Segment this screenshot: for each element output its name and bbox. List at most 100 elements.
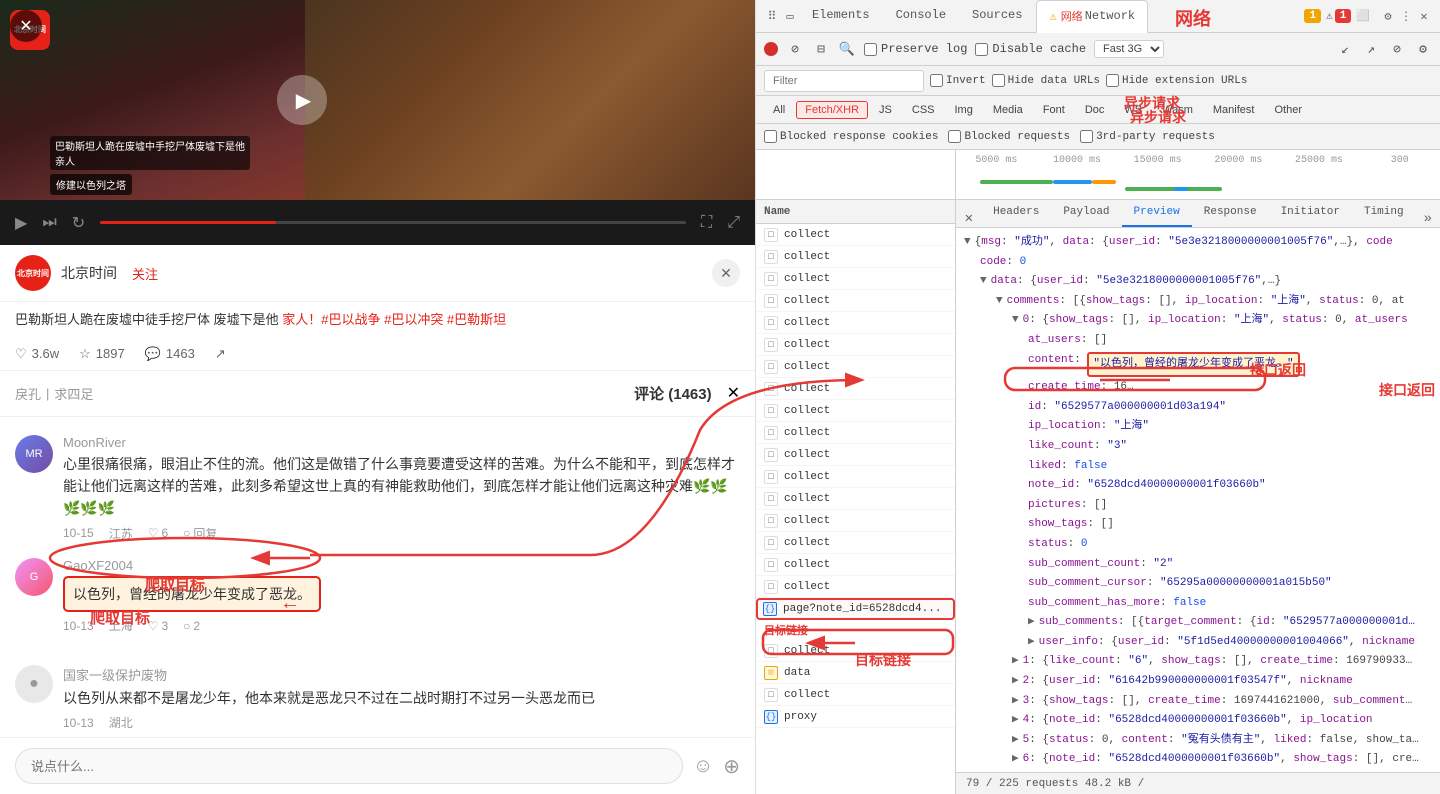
list-item[interactable]: □collect (756, 488, 955, 510)
filter-icon[interactable]: ⊟ (812, 40, 830, 58)
expand-sub-comments[interactable]: ▶ (1028, 614, 1035, 632)
expand-icon[interactable]: ⤢ (727, 214, 740, 232)
expand-3[interactable]: ▶ (1012, 693, 1019, 711)
preview-content[interactable]: ▼ { msg : "成功" , data : { user_id : "5e3… (956, 228, 1440, 772)
filter-font[interactable]: Font (1034, 101, 1074, 119)
filter-doc[interactable]: Doc (1076, 101, 1114, 119)
expand-1[interactable]: ▶ (1012, 653, 1019, 671)
more-options-icon[interactable]: ⋮ (1398, 8, 1414, 24)
devtools-menu-icon[interactable]: ⠿ (764, 8, 780, 24)
tab-preview[interactable]: Preview (1122, 200, 1192, 227)
filter-fetch-xhr[interactable]: Fetch/XHR (796, 101, 868, 119)
list-item[interactable]: □collect (756, 378, 955, 400)
search-icon[interactable]: 🔍 (838, 40, 856, 58)
list-item[interactable]: □collect (756, 576, 955, 598)
blocked-requests-input[interactable] (948, 130, 961, 143)
comments-close-button[interactable]: ✕ (727, 383, 740, 403)
expand-2[interactable]: ▶ (1012, 673, 1019, 691)
filter-other[interactable]: Other (1265, 101, 1311, 119)
list-item[interactable]: □collect (756, 422, 955, 444)
expand-root[interactable]: ▼ (964, 234, 971, 252)
disable-cache-checkbox[interactable]: Disable cache (975, 42, 1086, 56)
list-item[interactable]: □collect (756, 312, 955, 334)
tab-console[interactable]: Console (884, 0, 958, 33)
list-item[interactable]: {}proxy (756, 706, 955, 728)
progress-bar[interactable] (100, 221, 686, 224)
filter-media[interactable]: Media (984, 101, 1032, 119)
detail-close-button[interactable]: ✕ (965, 210, 973, 227)
list-item[interactable]: □collect (756, 268, 955, 290)
list-item[interactable]: □collect (756, 510, 955, 532)
follow-button[interactable]: 关注 (132, 264, 158, 283)
expand-user-info[interactable]: ▶ (1028, 634, 1035, 652)
import-icon[interactable]: ↙ (1336, 40, 1354, 58)
list-item[interactable]: □collect (756, 356, 955, 378)
list-item[interactable]: □collect (756, 400, 955, 422)
expand-6[interactable]: ▶ (1012, 751, 1019, 769)
blocked-cookies-checkbox[interactable]: Blocked response cookies (764, 130, 938, 143)
expand-0[interactable]: ▼ (1012, 312, 1019, 330)
filter-all[interactable]: All (764, 101, 794, 119)
forward-icon[interactable]: ⏭ (42, 214, 56, 232)
close-comments-button[interactable]: ✕ (712, 259, 740, 287)
preserve-log-checkbox[interactable]: Preserve log (864, 42, 967, 56)
network-settings-icon[interactable]: ⚙ (1414, 40, 1432, 58)
reply-action[interactable]: ○ 回复 (183, 525, 217, 542)
comments-list[interactable]: MR MoonRiver 心里很痛很痛，眼泪止不住的流。他们这是做错了什么事竟要… (0, 417, 755, 738)
active-request-item[interactable]: {} page?note_id=6528dcd4... (756, 598, 955, 620)
close-video-button[interactable]: ✕ (10, 10, 42, 42)
like-stat[interactable]: ♡ 3.6w (15, 346, 59, 362)
list-item[interactable]: □collect (756, 224, 955, 246)
sort-label1[interactable]: 戾孔 (15, 384, 41, 403)
filter-css[interactable]: CSS (903, 101, 944, 119)
expand-5[interactable]: ▶ (1012, 732, 1019, 750)
emoji-button[interactable]: ☺ (693, 755, 713, 778)
record-button[interactable] (764, 42, 778, 56)
filter-js[interactable]: JS (870, 101, 901, 119)
list-item[interactable]: □collect (756, 466, 955, 488)
hide-ext-urls-checkbox[interactable]: Hide extension URLs (1106, 74, 1247, 87)
export-icon[interactable]: ↗ (1362, 40, 1380, 58)
request-list[interactable]: Name □collect □collect □collect □collect… (756, 200, 956, 794)
invert-input[interactable] (930, 74, 943, 87)
device-toggle-icon[interactable]: ▭ (782, 8, 798, 24)
list-item[interactable]: □collect (756, 640, 955, 662)
throttle-select[interactable]: Fast 3G (1094, 40, 1164, 58)
expand-4[interactable]: ▶ (1012, 712, 1019, 730)
list-item[interactable]: □collect (756, 444, 955, 466)
list-item[interactable]: □collect (756, 554, 955, 576)
fullscreen-icon[interactable]: ⛶ (701, 214, 712, 232)
sort-label2[interactable]: 求四足 (54, 384, 93, 403)
list-item[interactable]: □collect (756, 684, 955, 706)
list-item[interactable]: □collect (756, 532, 955, 554)
hide-data-urls-input[interactable] (992, 74, 1005, 87)
hide-data-urls-checkbox[interactable]: Hide data URLs (992, 74, 1100, 87)
preserve-log-input[interactable] (864, 43, 877, 56)
detail-more-button[interactable]: » (1416, 211, 1440, 227)
share-stat[interactable]: ↗ (215, 346, 226, 362)
filter-ws[interactable]: WS (1115, 101, 1151, 119)
blocked-cookies-input[interactable] (764, 130, 777, 143)
refresh-icon[interactable]: ↻ (72, 213, 85, 233)
tab-timing[interactable]: Timing (1352, 200, 1416, 227)
tab-headers[interactable]: Headers (981, 200, 1051, 227)
hide-ext-urls-input[interactable] (1106, 74, 1119, 87)
filter-manifest[interactable]: Manifest (1204, 101, 1264, 119)
third-party-input[interactable] (1080, 130, 1093, 143)
comment-stat[interactable]: 💬 1463 (145, 346, 195, 362)
tab-payload[interactable]: Payload (1051, 200, 1121, 227)
list-item[interactable]: ⊡data (756, 662, 955, 684)
list-item[interactable]: □collect (756, 334, 955, 356)
filter-input[interactable] (764, 70, 924, 92)
tab-initiator[interactable]: Initiator (1269, 200, 1352, 227)
expand-data[interactable]: ▼ (980, 273, 987, 291)
play-button[interactable] (277, 75, 327, 125)
clear-button[interactable]: ⊘ (786, 40, 804, 58)
comment-input[interactable] (15, 748, 683, 784)
tab-network[interactable]: ⚠ 网络 Network (1036, 0, 1148, 33)
star-stat[interactable]: ☆ 1897 (79, 346, 125, 362)
play-icon[interactable]: ▶ (15, 213, 27, 233)
tab-elements[interactable]: Elements (800, 0, 882, 33)
filter-img[interactable]: Img (946, 101, 982, 119)
blocked-requests-checkbox[interactable]: Blocked requests (948, 130, 1070, 143)
